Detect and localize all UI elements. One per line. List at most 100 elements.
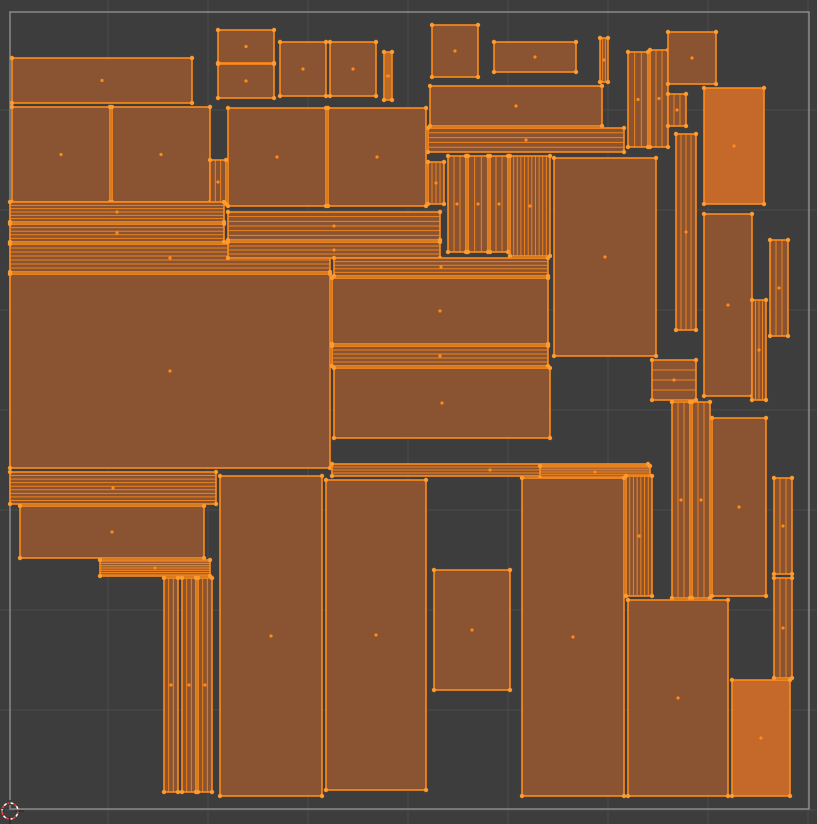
uv-face-dot[interactable]: [332, 248, 336, 252]
uv-vertex[interactable]: [537, 463, 543, 469]
uv-vertex[interactable]: [673, 131, 679, 137]
uv-vertex[interactable]: [215, 27, 221, 33]
uv-vertex[interactable]: [647, 47, 653, 53]
uv-face-dot[interactable]: [679, 498, 683, 502]
uv-vertex[interactable]: [545, 343, 551, 349]
uv-face-dot[interactable]: [301, 67, 305, 71]
uv-island[interactable]: [7, 221, 227, 245]
uv-vertex[interactable]: [547, 435, 553, 441]
uv-vertex[interactable]: [429, 22, 435, 28]
uv-face-dot[interactable]: [386, 74, 390, 78]
uv-vertex[interactable]: [17, 555, 23, 561]
uv-vertex[interactable]: [713, 81, 719, 87]
uv-vertex[interactable]: [97, 573, 103, 579]
uv-vertex[interactable]: [277, 39, 283, 45]
uv-face-dot[interactable]: [438, 354, 442, 358]
uv-island[interactable]: [701, 211, 755, 399]
uv-face-dot[interactable]: [497, 202, 501, 206]
uv-vertex[interactable]: [215, 61, 221, 67]
uv-vertex[interactable]: [425, 159, 431, 165]
uv-island[interactable]: [195, 575, 215, 795]
uv-vertex[interactable]: [215, 95, 221, 101]
uv-vertex[interactable]: [689, 399, 695, 405]
uv-vertex[interactable]: [331, 255, 337, 261]
uv-vertex[interactable]: [209, 575, 215, 581]
uv-vertex[interactable]: [329, 275, 335, 281]
uv-island[interactable]: [425, 125, 627, 155]
uv-vertex[interactable]: [625, 793, 631, 799]
uv-face-dot[interactable]: [351, 67, 355, 71]
uv-vertex[interactable]: [9, 104, 15, 110]
uv-vertex[interactable]: [693, 131, 699, 137]
uv-vertex[interactable]: [225, 209, 231, 215]
uv-vertex[interactable]: [597, 79, 603, 85]
uv-vertex[interactable]: [323, 39, 329, 45]
uv-island[interactable]: [673, 131, 699, 333]
uv-vertex[interactable]: [761, 85, 767, 91]
uv-face-dot[interactable]: [203, 683, 207, 687]
uv-vertex[interactable]: [761, 201, 767, 207]
uv-island[interactable]: [329, 275, 551, 347]
uv-face-dot[interactable]: [657, 96, 661, 101]
uv-face-dot[interactable]: [488, 468, 492, 472]
uv-vertex[interactable]: [423, 105, 429, 111]
uv-vertex[interactable]: [669, 399, 675, 405]
uv-vertex[interactable]: [763, 415, 769, 421]
uv-face-dot[interactable]: [59, 152, 63, 157]
uv-face-dot[interactable]: [168, 256, 172, 260]
uv-vertex[interactable]: [323, 93, 329, 99]
uv-vertex[interactable]: [701, 201, 707, 207]
uv-island[interactable]: [161, 575, 181, 795]
uv-vertex[interactable]: [625, 597, 631, 603]
uv-vertex[interactable]: [519, 793, 525, 799]
uv-vertex[interactable]: [195, 575, 201, 581]
uv-vertex[interactable]: [519, 475, 525, 481]
uv-vertex[interactable]: [475, 22, 481, 28]
uv-face-dot[interactable]: [759, 736, 763, 740]
uv-vertex[interactable]: [649, 473, 655, 479]
uv-vertex[interactable]: [441, 201, 447, 207]
uv-face-dot[interactable]: [777, 286, 781, 290]
uv-vertex[interactable]: [763, 397, 769, 403]
uv-vertex[interactable]: [763, 297, 769, 303]
uv-vertex[interactable]: [7, 501, 13, 507]
uv-vertex[interactable]: [221, 199, 227, 205]
uv-vertex[interactable]: [653, 155, 659, 161]
uv-vertex[interactable]: [729, 793, 735, 799]
uv-face-dot[interactable]: [571, 635, 575, 639]
uv-vertex[interactable]: [373, 93, 379, 99]
uv-face-dot[interactable]: [636, 97, 640, 102]
uv-vertex[interactable]: [323, 477, 329, 483]
uv-face-dot[interactable]: [676, 696, 680, 700]
uv-island[interactable]: [429, 22, 481, 80]
uv-vertex[interactable]: [707, 399, 713, 405]
uv-vertex[interactable]: [17, 503, 23, 509]
uv-face-dot[interactable]: [528, 204, 532, 208]
uv-vertex[interactable]: [475, 74, 481, 80]
uv-vertex[interactable]: [431, 687, 437, 693]
uv-vertex[interactable]: [749, 211, 755, 217]
uv-vertex[interactable]: [597, 35, 603, 41]
uv-face-dot[interactable]: [453, 49, 457, 53]
uv-island[interactable]: [225, 209, 443, 243]
uv-vertex[interactable]: [9, 100, 15, 106]
uv-vertex[interactable]: [507, 567, 513, 573]
uv-vertex[interactable]: [381, 49, 387, 55]
uv-vertex[interactable]: [329, 473, 335, 479]
uv-face-dot[interactable]: [275, 155, 279, 159]
uv-face-dot[interactable]: [470, 628, 474, 632]
uv-face-dot[interactable]: [675, 108, 679, 112]
uv-island[interactable]: [625, 49, 651, 150]
uv-vertex[interactable]: [189, 100, 195, 106]
uv-island[interactable]: [507, 153, 553, 259]
uv-vertex[interactable]: [665, 29, 671, 35]
uv-vertex[interactable]: [551, 353, 557, 359]
uv-vertex[interactable]: [389, 49, 395, 55]
uv-vertex[interactable]: [319, 473, 325, 479]
uv-vertex[interactable]: [179, 575, 185, 581]
uv-face-dot[interactable]: [593, 470, 597, 474]
uv-vertex[interactable]: [621, 125, 627, 131]
uv-vertex[interactable]: [423, 477, 429, 483]
uv-island[interactable]: [597, 35, 611, 85]
uv-vertex[interactable]: [573, 69, 579, 75]
